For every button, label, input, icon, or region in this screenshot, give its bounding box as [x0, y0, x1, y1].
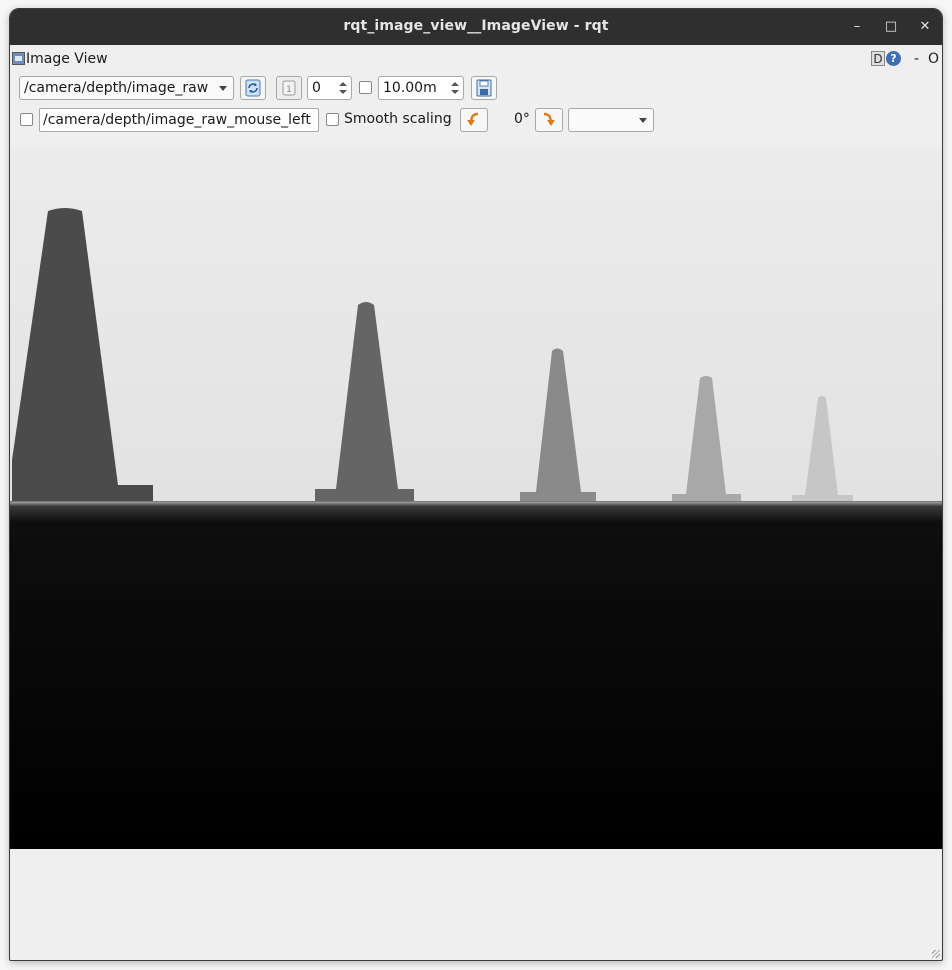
rotate-left-icon	[467, 112, 479, 126]
image-view-icon	[12, 52, 25, 65]
rotate-right-icon	[543, 112, 555, 126]
image-display[interactable]	[10, 148, 942, 849]
minimize-button[interactable]: –	[847, 17, 867, 37]
app-window: rqt_image_view__ImageView - rqt – □ ✕ Im…	[9, 8, 943, 961]
maximize-button[interactable]: □	[881, 17, 901, 37]
window-title: rqt_image_view__ImageView - rqt	[343, 18, 609, 34]
depth-image	[10, 148, 942, 849]
spin-up-icon[interactable]	[339, 82, 347, 86]
close-panel-button[interactable]: O	[928, 51, 939, 67]
spin-up-icon[interactable]	[451, 82, 459, 86]
mouse-publish-checkbox[interactable]	[20, 113, 33, 126]
max-depth-spinbox[interactable]: 10.00m	[378, 76, 464, 100]
help-icon[interactable]: ?	[886, 51, 901, 66]
rotate-right-button[interactable]	[535, 108, 563, 132]
close-button[interactable]: ✕	[915, 17, 935, 37]
zoom-1-icon: 1	[282, 80, 296, 96]
rotate-left-button[interactable]	[460, 108, 488, 132]
refresh-icon	[245, 79, 261, 97]
zoom-1-button[interactable]: 1	[276, 76, 302, 100]
smooth-scaling-label: Smooth scaling	[344, 111, 452, 127]
zoom-select[interactable]	[568, 108, 654, 132]
resize-grip[interactable]	[932, 950, 940, 958]
svg-text:1: 1	[286, 85, 292, 95]
save-icon	[476, 79, 492, 97]
spin-down-icon[interactable]	[339, 90, 347, 94]
minimize-panel-button[interactable]: -	[914, 51, 919, 67]
max-depth-value: 10.00m	[383, 80, 437, 96]
topic-select[interactable]: /camera/depth/image_raw	[19, 76, 234, 100]
smooth-scaling-checkbox[interactable]	[326, 113, 339, 126]
frame-spinbox[interactable]: 0	[307, 76, 352, 100]
chevron-down-icon	[219, 86, 227, 91]
plugin-content: Image View D ? - O /camera/depth/image_r…	[10, 45, 942, 960]
rotation-label: 0°	[514, 111, 530, 127]
panel-title: Image View	[26, 51, 108, 67]
refresh-topics-button[interactable]	[240, 76, 266, 100]
dock-d-button[interactable]: D	[871, 51, 885, 66]
frame-spinbox-value: 0	[312, 80, 321, 96]
chevron-down-icon	[639, 118, 647, 123]
save-image-button[interactable]	[471, 76, 497, 100]
mouse-topic-field[interactable]: /camera/depth/image_raw_mouse_left	[39, 108, 319, 132]
spin-down-icon[interactable]	[451, 90, 459, 94]
max-depth-checkbox[interactable]	[359, 81, 372, 94]
topic-select-value: /camera/depth/image_raw	[24, 80, 209, 96]
title-bar[interactable]: rqt_image_view__ImageView - rqt – □ ✕	[10, 9, 942, 45]
